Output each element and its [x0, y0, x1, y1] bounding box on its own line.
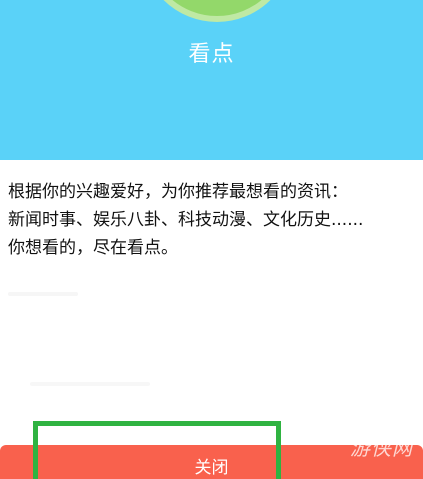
description-line: 根据你的兴趣爱好，为你推荐最想看的资讯：	[8, 182, 348, 202]
page-title: 看点	[188, 42, 235, 67]
header-banner: 看点	[0, 0, 423, 160]
faint-decoration	[8, 292, 78, 296]
description-text: 根据你的兴趣爱好，为你推荐最想看的资讯： 新闻时事、娱乐八卦、科技动漫、文化历史…	[8, 178, 420, 262]
app-logo-circle	[141, 0, 293, 22]
watermark-logo: 游侠网	[350, 436, 413, 460]
description-line: 新闻时事、娱乐八卦、科技动漫、文化历史......	[8, 210, 364, 230]
description-line: 你想看的，尽在看点。	[8, 238, 178, 258]
faint-decoration	[30, 382, 150, 386]
